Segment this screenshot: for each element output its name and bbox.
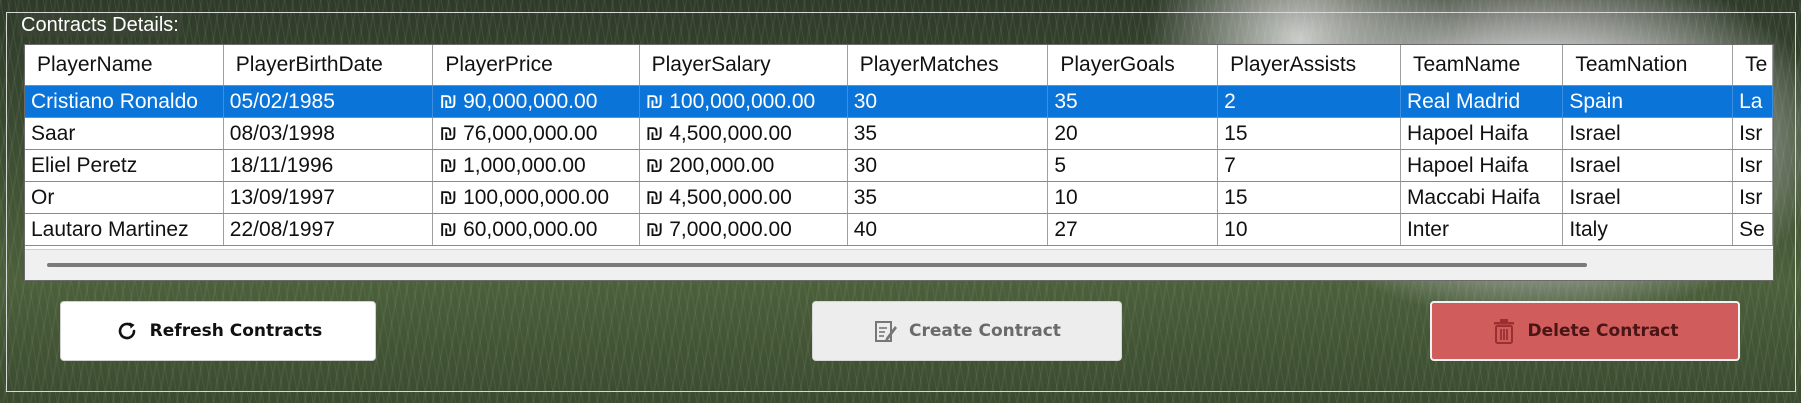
table-cell[interactable]: Maccabi Haifa — [1400, 181, 1564, 214]
table-cell[interactable]: 18/11/1996 — [223, 149, 434, 182]
table-cell[interactable]: ₪ 1,000,000.00 — [432, 149, 640, 182]
table-cell[interactable]: 35 — [847, 181, 1049, 214]
table-cell[interactable]: ₪ 76,000,000.00 — [432, 117, 640, 150]
column-header[interactable]: PlayerName — [25, 45, 224, 86]
document-edit-icon — [873, 318, 899, 344]
table-cell[interactable]: ₪ 60,000,000.00 — [432, 213, 640, 246]
table-cell[interactable]: Italy — [1562, 213, 1734, 246]
table-row[interactable]: Eliel Peretz 18/11/1996 ₪ 1,000,000.00 ₪ 20… — [25, 149, 1773, 182]
refresh-icon — [114, 318, 140, 344]
table-cell[interactable]: ₪ 100,000,000.00 — [432, 181, 640, 214]
table-cell[interactable]: Cristiano Ronaldo — [25, 85, 224, 118]
table-cell[interactable]: 13/09/1997 — [223, 181, 434, 214]
table-cell[interactable]: Saar — [25, 117, 224, 150]
table-cell[interactable]: 15 — [1217, 181, 1401, 214]
scrollbar-thumb[interactable] — [47, 263, 1587, 267]
table-cell[interactable]: Inter — [1400, 213, 1564, 246]
header-row: PlayerName PlayerBirthDate PlayerPrice Play… — [25, 45, 1773, 86]
table-row[interactable]: Cristiano Ronaldo 05/02/1985 ₪ 90,000,000.… — [25, 85, 1773, 118]
column-header[interactable]: PlayerMatches — [847, 45, 1049, 86]
contracts-table: PlayerName PlayerBirthDate PlayerPrice Play… — [25, 45, 1773, 246]
table-cell[interactable]: La — [1732, 85, 1773, 118]
contracts-grid[interactable]: PlayerName PlayerBirthDate PlayerPrice Play… — [24, 44, 1774, 281]
table-cell[interactable]: Hapoel Haifa — [1400, 117, 1564, 150]
group-label: Contracts Details: — [17, 13, 183, 37]
column-header[interactable]: PlayerBirthDate — [223, 45, 434, 86]
table-cell[interactable]: 7 — [1217, 149, 1401, 182]
column-header[interactable]: PlayerGoals — [1047, 45, 1219, 86]
column-header[interactable]: PlayerSalary — [639, 45, 848, 86]
column-header[interactable]: TeamNation — [1562, 45, 1734, 86]
table-cell[interactable]: Hapoel Haifa — [1400, 149, 1564, 182]
table-cell[interactable]: Israel — [1562, 117, 1734, 150]
table-cell[interactable]: ₪ 90,000,000.00 — [432, 85, 640, 118]
table-cell[interactable]: 10 — [1217, 213, 1401, 246]
create-contract-label: Create Contract — [909, 321, 1061, 341]
table-cell[interactable]: 27 — [1047, 213, 1219, 246]
delete-contract-button[interactable]: Delete Contract — [1430, 301, 1740, 361]
column-header[interactable]: TeamName — [1400, 45, 1564, 86]
table-cell[interactable]: 15 — [1217, 117, 1401, 150]
create-contract-button[interactable]: Create Contract — [812, 301, 1122, 361]
table-cell[interactable]: Isr — [1732, 181, 1773, 214]
table-cell[interactable]: Isr — [1732, 117, 1773, 150]
table-cell[interactable]: Israel — [1562, 149, 1734, 182]
table-row[interactable]: Lautaro Martinez 22/08/1997 ₪ 60,000,000.0… — [25, 213, 1773, 246]
table-cell[interactable]: 35 — [1047, 85, 1219, 118]
table-row[interactable]: Saar 08/03/1998 ₪ 76,000,000.00 ₪ 4,500,000… — [25, 117, 1773, 150]
table-cell[interactable]: Se — [1732, 213, 1773, 246]
table-cell[interactable]: ₪ 4,500,000.00 — [639, 117, 848, 150]
column-header[interactable]: PlayerPrice — [432, 45, 640, 86]
table-cell[interactable]: Isr — [1732, 149, 1773, 182]
trash-icon — [1491, 318, 1517, 344]
table-cell[interactable]: Or — [25, 181, 224, 214]
table-cell[interactable]: 08/03/1998 — [223, 117, 434, 150]
table-cell[interactable]: Eliel Peretz — [25, 149, 224, 182]
column-header[interactable]: PlayerAssists — [1217, 45, 1401, 86]
table-row[interactable]: Or 13/09/1997 ₪ 100,000,000.00 ₪ 4,500,000.… — [25, 181, 1773, 214]
table-cell[interactable]: 10 — [1047, 181, 1219, 214]
table-cell[interactable]: 30 — [847, 149, 1049, 182]
table-cell[interactable]: 20 — [1047, 117, 1219, 150]
table-cell[interactable]: 40 — [847, 213, 1049, 246]
table-cell[interactable]: 30 — [847, 85, 1049, 118]
table-cell[interactable]: ₪ 7,000,000.00 — [639, 213, 848, 246]
table-cell[interactable]: Real Madrid — [1400, 85, 1564, 118]
horizontal-scrollbar[interactable] — [25, 249, 1773, 280]
table-cell[interactable]: ₪ 100,000,000.00 — [639, 85, 848, 118]
column-header[interactable]: Te — [1732, 45, 1773, 86]
refresh-contracts-button[interactable]: Refresh Contracts — [60, 301, 376, 361]
table-cell[interactable]: 2 — [1217, 85, 1401, 118]
table-cell[interactable]: Israel — [1562, 181, 1734, 214]
table-cell[interactable]: 5 — [1047, 149, 1219, 182]
table-cell[interactable]: 35 — [847, 117, 1049, 150]
table-cell[interactable]: 22/08/1997 — [223, 213, 434, 246]
refresh-contracts-label: Refresh Contracts — [149, 321, 323, 341]
table-cell[interactable]: Lautaro Martinez — [25, 213, 224, 246]
table-cell[interactable]: ₪ 200,000.00 — [639, 149, 848, 182]
table-cell[interactable]: 05/02/1985 — [223, 85, 434, 118]
table-cell[interactable]: Spain — [1562, 85, 1734, 118]
delete-contract-label: Delete Contract — [1527, 321, 1679, 341]
table-cell[interactable]: ₪ 4,500,000.00 — [639, 181, 848, 214]
